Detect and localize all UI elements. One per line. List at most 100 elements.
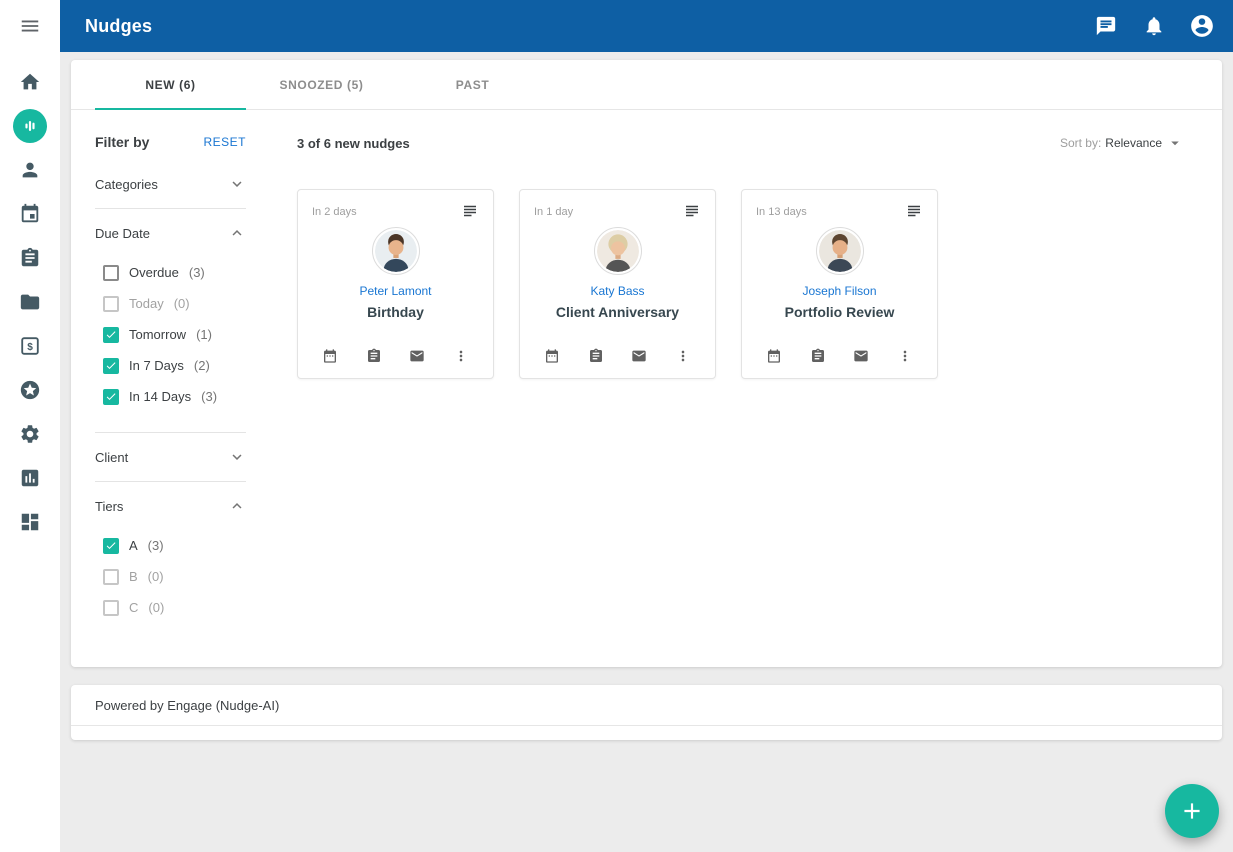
home-icon[interactable] [0, 60, 60, 104]
reset-button[interactable]: RESET [203, 135, 246, 149]
nudges-active-indicator [13, 109, 47, 143]
filter-option-in-7-days[interactable]: In 7 Days (2) [95, 350, 246, 381]
filter-section-tiers[interactable]: Tiers [95, 494, 246, 518]
avatar [816, 227, 864, 275]
tab-snoozed[interactable]: SNOOZED (5) [246, 60, 397, 109]
due-label: In 2 days [312, 202, 357, 218]
reports-icon[interactable] [0, 456, 60, 500]
notes-icon[interactable] [683, 202, 701, 223]
more-options-icon[interactable] [449, 344, 473, 368]
option-count: (2) [194, 358, 210, 373]
filter-option-overdue[interactable]: Overdue (3) [95, 257, 246, 288]
client-name-link[interactable]: Katy Bass [590, 284, 644, 298]
summary-row: 3 of 6 new nudges Sort by: Relevance [297, 134, 1198, 152]
email-action-icon[interactable] [849, 344, 873, 368]
checkbox-unchecked-icon[interactable] [103, 569, 119, 585]
documents-icon[interactable] [0, 280, 60, 324]
checkbox-unchecked-icon[interactable] [103, 265, 119, 281]
account-icon[interactable] [1181, 5, 1223, 47]
filter-option-today[interactable]: Today (0) [95, 288, 246, 319]
nudge-title: Birthday [367, 304, 424, 320]
nudge-count-summary: 3 of 6 new nudges [297, 136, 410, 151]
task-action-icon[interactable] [806, 344, 830, 368]
chevron-down-icon [228, 175, 246, 193]
notes-icon[interactable] [905, 202, 923, 223]
footer-bar: Powered by Engage (Nudge-AI) [71, 685, 1222, 740]
divider [95, 208, 246, 209]
nudge-card[interactable]: In 13 days [741, 189, 938, 379]
filter-panel: Filter by RESET Categories Due Date [71, 110, 277, 667]
filter-section-client[interactable]: Client [95, 445, 246, 469]
checkbox-checked-icon[interactable] [103, 538, 119, 554]
sort-control[interactable]: Sort by: Relevance [1060, 134, 1184, 152]
chat-icon[interactable] [1085, 5, 1127, 47]
task-action-icon[interactable] [362, 344, 386, 368]
client-name-link[interactable]: Joseph Filson [802, 284, 876, 298]
calendar-action-icon[interactable] [762, 344, 786, 368]
sidebar: $ [0, 0, 60, 852]
option-label: Today [129, 296, 164, 311]
checkbox-unchecked-icon[interactable] [103, 600, 119, 616]
filter-section-categories[interactable]: Categories [95, 172, 246, 196]
card-actions [534, 344, 701, 368]
sort-label: Sort by: [1060, 136, 1101, 150]
plus-icon [1179, 798, 1205, 824]
tab-bar: NEW (6) SNOOZED (5) PAST [71, 60, 1222, 110]
due-label: In 1 day [534, 202, 573, 218]
panel-body: Filter by RESET Categories Due Date [71, 110, 1222, 667]
filter-option-tier-c[interactable]: C (0) [95, 592, 246, 623]
workspace: NEW (6) SNOOZED (5) PAST Filter by RESET… [60, 52, 1233, 852]
billing-icon[interactable]: $ [0, 324, 60, 368]
filter-option-tier-b[interactable]: B (0) [95, 561, 246, 592]
nudges-panel: NEW (6) SNOOZED (5) PAST Filter by RESET… [71, 60, 1222, 667]
filter-header: Filter by RESET [95, 134, 246, 150]
filter-option-tier-a[interactable]: A (3) [95, 530, 246, 561]
notes-icon[interactable] [461, 202, 479, 223]
task-action-icon[interactable] [584, 344, 608, 368]
add-nudge-fab[interactable] [1165, 784, 1219, 838]
option-label: In 14 Days [129, 389, 191, 404]
option-label: Overdue [129, 265, 179, 280]
favorites-icon[interactable] [0, 368, 60, 412]
filter-section-due-date[interactable]: Due Date [95, 221, 246, 245]
tiers-options: A (3) B (0) C (0) [95, 528, 246, 631]
dashboard-icon[interactable] [0, 500, 60, 544]
app-root: $ Nudges [0, 0, 1233, 852]
menu-icon[interactable] [0, 0, 60, 52]
email-action-icon[interactable] [405, 344, 429, 368]
nudge-card[interactable]: In 2 days [297, 189, 494, 379]
notifications-icon[interactable] [1133, 5, 1175, 47]
checkbox-unchecked-icon[interactable] [103, 296, 119, 312]
tab-new[interactable]: NEW (6) [95, 60, 246, 109]
clients-icon[interactable] [0, 148, 60, 192]
tab-past[interactable]: PAST [397, 60, 548, 109]
chevron-up-icon [228, 497, 246, 515]
header-actions [1085, 5, 1223, 47]
checkbox-checked-icon[interactable] [103, 389, 119, 405]
nudge-card[interactable]: In 1 day [519, 189, 716, 379]
client-name-link[interactable]: Peter Lamont [359, 284, 431, 298]
email-action-icon[interactable] [627, 344, 651, 368]
tasks-icon[interactable] [0, 236, 60, 280]
calendar-icon[interactable] [0, 192, 60, 236]
option-label: B [129, 569, 138, 584]
settings-icon[interactable] [0, 412, 60, 456]
card-actions [756, 344, 923, 368]
option-count: (3) [189, 265, 205, 280]
more-options-icon[interactable] [671, 344, 695, 368]
option-label: C [129, 600, 138, 615]
sidebar-nav: $ [0, 60, 60, 544]
due-label: In 13 days [756, 202, 807, 218]
filter-option-in-14-days[interactable]: In 14 Days (3) [95, 381, 246, 412]
checkbox-checked-icon[interactable] [103, 327, 119, 343]
more-options-icon[interactable] [893, 344, 917, 368]
due-date-options: Overdue (3) Today (0) Tomorrow [95, 255, 246, 420]
divider [95, 432, 246, 433]
filter-section-label: Categories [95, 177, 158, 192]
calendar-action-icon[interactable] [540, 344, 564, 368]
filter-option-tomorrow[interactable]: Tomorrow (1) [95, 319, 246, 350]
option-count: (3) [201, 389, 217, 404]
checkbox-checked-icon[interactable] [103, 358, 119, 374]
nudges-icon[interactable] [0, 104, 60, 148]
calendar-action-icon[interactable] [318, 344, 342, 368]
